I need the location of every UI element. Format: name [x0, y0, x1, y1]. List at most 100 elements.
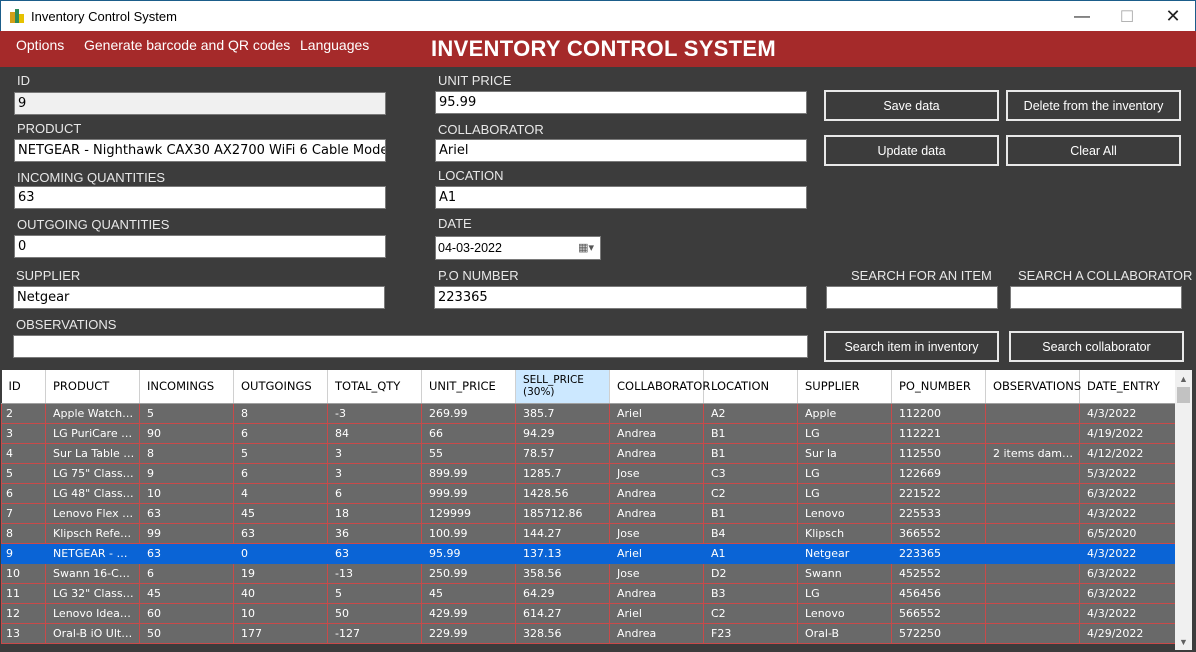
- table-cell[interactable]: [985, 502, 1080, 524]
- table-cell[interactable]: 55: [421, 442, 516, 464]
- table-cell[interactable]: LG 75" Class - ...: [45, 462, 140, 484]
- collaborator-field[interactable]: Ariel: [435, 139, 807, 162]
- table-row[interactable]: 6 LG 48" Class - ... 10 4 6 999.99 1428.56 Andr…: [1, 482, 1175, 504]
- table-cell[interactable]: 177: [233, 622, 328, 644]
- table-cell[interactable]: Andrea: [609, 622, 704, 644]
- table-scrollbar[interactable]: ▲ ▼: [1175, 370, 1192, 650]
- table-cell[interactable]: 7: [1, 502, 46, 524]
- table-cell[interactable]: 4: [233, 482, 328, 504]
- table-cell[interactable]: NETGEAR - Nig...: [45, 542, 140, 564]
- calendar-icon[interactable]: ▦▾: [578, 241, 594, 254]
- table-cell[interactable]: 6: [327, 482, 422, 504]
- table-cell[interactable]: 112550: [891, 442, 986, 464]
- table-cell[interactable]: Ariel: [609, 402, 704, 424]
- table-cell[interactable]: 3: [327, 462, 422, 484]
- table-cell[interactable]: 137.13: [515, 542, 610, 564]
- table-cell[interactable]: 366552: [891, 522, 986, 544]
- table-cell[interactable]: 12: [1, 602, 46, 624]
- table-cell[interactable]: [985, 482, 1080, 504]
- table-cell[interactable]: Oral-B iO Ultim...: [45, 622, 140, 644]
- table-cell[interactable]: [985, 622, 1080, 644]
- minimize-icon[interactable]: —: [1059, 1, 1105, 32]
- save-button[interactable]: Save data: [824, 90, 999, 121]
- table-cell[interactable]: 1285.7: [515, 462, 610, 484]
- table-cell[interactable]: 899.99: [421, 462, 516, 484]
- table-row[interactable]: 4 Sur La Table Di... 8 5 3 55 78.57 Andrea B1 Sur…: [1, 442, 1175, 464]
- table-row[interactable]: 2 Apple Watch S... 5 8 -3 269.99 385.7 Ariel A2 A…: [1, 402, 1175, 424]
- table-cell[interactable]: C3: [703, 462, 798, 484]
- table-cell[interactable]: 328.56: [515, 622, 610, 644]
- table-row[interactable]: 12 Lenovo IdeaPa... 60 10 50 429.99 614.27 Arie…: [1, 602, 1175, 624]
- po-number-field[interactable]: 223365: [434, 286, 807, 309]
- table-cell[interactable]: 129999: [421, 502, 516, 524]
- table-cell[interactable]: Andrea: [609, 422, 704, 444]
- table-cell[interactable]: 6: [139, 562, 234, 584]
- table-cell[interactable]: 2: [1, 402, 46, 424]
- table-row[interactable]: 11 LG 32" Class Q... 45 40 5 45 64.29 Andrea B3 L…: [1, 582, 1175, 604]
- table-row[interactable]: 5 LG 75" Class - ... 9 6 3 899.99 1285.7 Jose C3…: [1, 462, 1175, 484]
- table-cell[interactable]: 223365: [891, 542, 986, 564]
- column-header-1[interactable]: PRODUCT: [45, 370, 140, 404]
- table-cell[interactable]: 100.99: [421, 522, 516, 544]
- table-cell[interactable]: 36: [327, 522, 422, 544]
- table-cell[interactable]: 5: [1, 462, 46, 484]
- table-cell[interactable]: 13: [1, 622, 46, 644]
- menu-languages[interactable]: Languages: [300, 37, 369, 53]
- table-cell[interactable]: 144.27: [515, 522, 610, 544]
- table-cell[interactable]: 45: [139, 582, 234, 604]
- table-cell[interactable]: 0: [233, 542, 328, 564]
- table-cell[interactable]: 456456: [891, 582, 986, 604]
- table-cell[interactable]: [985, 462, 1080, 484]
- supplier-field[interactable]: Netgear: [13, 286, 385, 309]
- table-cell[interactable]: 6/3/2022: [1079, 582, 1175, 604]
- table-cell[interactable]: [985, 602, 1080, 624]
- column-header-2[interactable]: INCOMINGS: [139, 370, 234, 404]
- table-cell[interactable]: 358.56: [515, 562, 610, 584]
- table-cell[interactable]: 40: [233, 582, 328, 604]
- table-cell[interactable]: 112221: [891, 422, 986, 444]
- table-cell[interactable]: 78.57: [515, 442, 610, 464]
- menu-generate-barcode[interactable]: Generate barcode and QR codes: [84, 37, 290, 53]
- table-cell[interactable]: 18: [327, 502, 422, 524]
- table-row[interactable]: 13 Oral-B iO Ultim... 50 177 -127 229.99 328.5…: [1, 622, 1175, 644]
- table-row[interactable]: 7 Lenovo Flex 5 ... 63 45 18 129999 185712.86 A…: [1, 502, 1175, 524]
- table-cell[interactable]: 63: [233, 522, 328, 544]
- update-button[interactable]: Update data: [824, 135, 999, 166]
- table-row[interactable]: 9 NETGEAR - Nig... 63 0 63 95.99 137.13 Ariel A1…: [1, 542, 1175, 564]
- table-cell[interactable]: 385.7: [515, 402, 610, 424]
- table-cell[interactable]: 1428.56: [515, 482, 610, 504]
- table-cell[interactable]: 572250: [891, 622, 986, 644]
- location-field[interactable]: A1: [435, 186, 807, 209]
- table-cell[interactable]: 5/3/2022: [1079, 462, 1175, 484]
- table-cell[interactable]: 63: [139, 542, 234, 564]
- table-cell[interactable]: Ariel: [609, 602, 704, 624]
- column-header-12[interactable]: DATE_ENTRY: [1079, 370, 1175, 404]
- table-cell[interactable]: Lenovo IdeaPa...: [45, 602, 140, 624]
- table-cell[interactable]: B1: [703, 442, 798, 464]
- table-cell[interactable]: [985, 422, 1080, 444]
- table-cell[interactable]: 4/19/2022: [1079, 422, 1175, 444]
- table-cell[interactable]: LG 32" Class Q...: [45, 582, 140, 604]
- table-cell[interactable]: 6/3/2022: [1079, 562, 1175, 584]
- table-cell[interactable]: Andrea: [609, 502, 704, 524]
- table-cell[interactable]: 429.99: [421, 602, 516, 624]
- table-cell[interactable]: Lenovo: [797, 602, 892, 624]
- table-cell[interactable]: B3: [703, 582, 798, 604]
- search-item-button[interactable]: Search item in inventory: [824, 331, 999, 362]
- column-header-4[interactable]: TOTAL_QTY: [327, 370, 422, 404]
- table-cell[interactable]: 4/3/2022: [1079, 502, 1175, 524]
- date-picker[interactable]: 04-03-2022 ▦▾: [435, 236, 601, 260]
- table-cell[interactable]: 225533: [891, 502, 986, 524]
- table-cell[interactable]: Swann 16-Cha...: [45, 562, 140, 584]
- table-cell[interactable]: 60: [139, 602, 234, 624]
- table-cell[interactable]: F23: [703, 622, 798, 644]
- table-cell[interactable]: 6/3/2022: [1079, 482, 1175, 504]
- table-cell[interactable]: B1: [703, 422, 798, 444]
- table-row[interactable]: 3 LG PuriCare Ae... 90 6 84 66 94.29 Andrea B1 LG…: [1, 422, 1175, 444]
- table-cell[interactable]: -13: [327, 562, 422, 584]
- table-cell[interactable]: 19: [233, 562, 328, 584]
- table-cell[interactable]: Andrea: [609, 442, 704, 464]
- table-cell[interactable]: 95.99: [421, 542, 516, 564]
- table-cell[interactable]: A2: [703, 402, 798, 424]
- table-cell[interactable]: B1: [703, 502, 798, 524]
